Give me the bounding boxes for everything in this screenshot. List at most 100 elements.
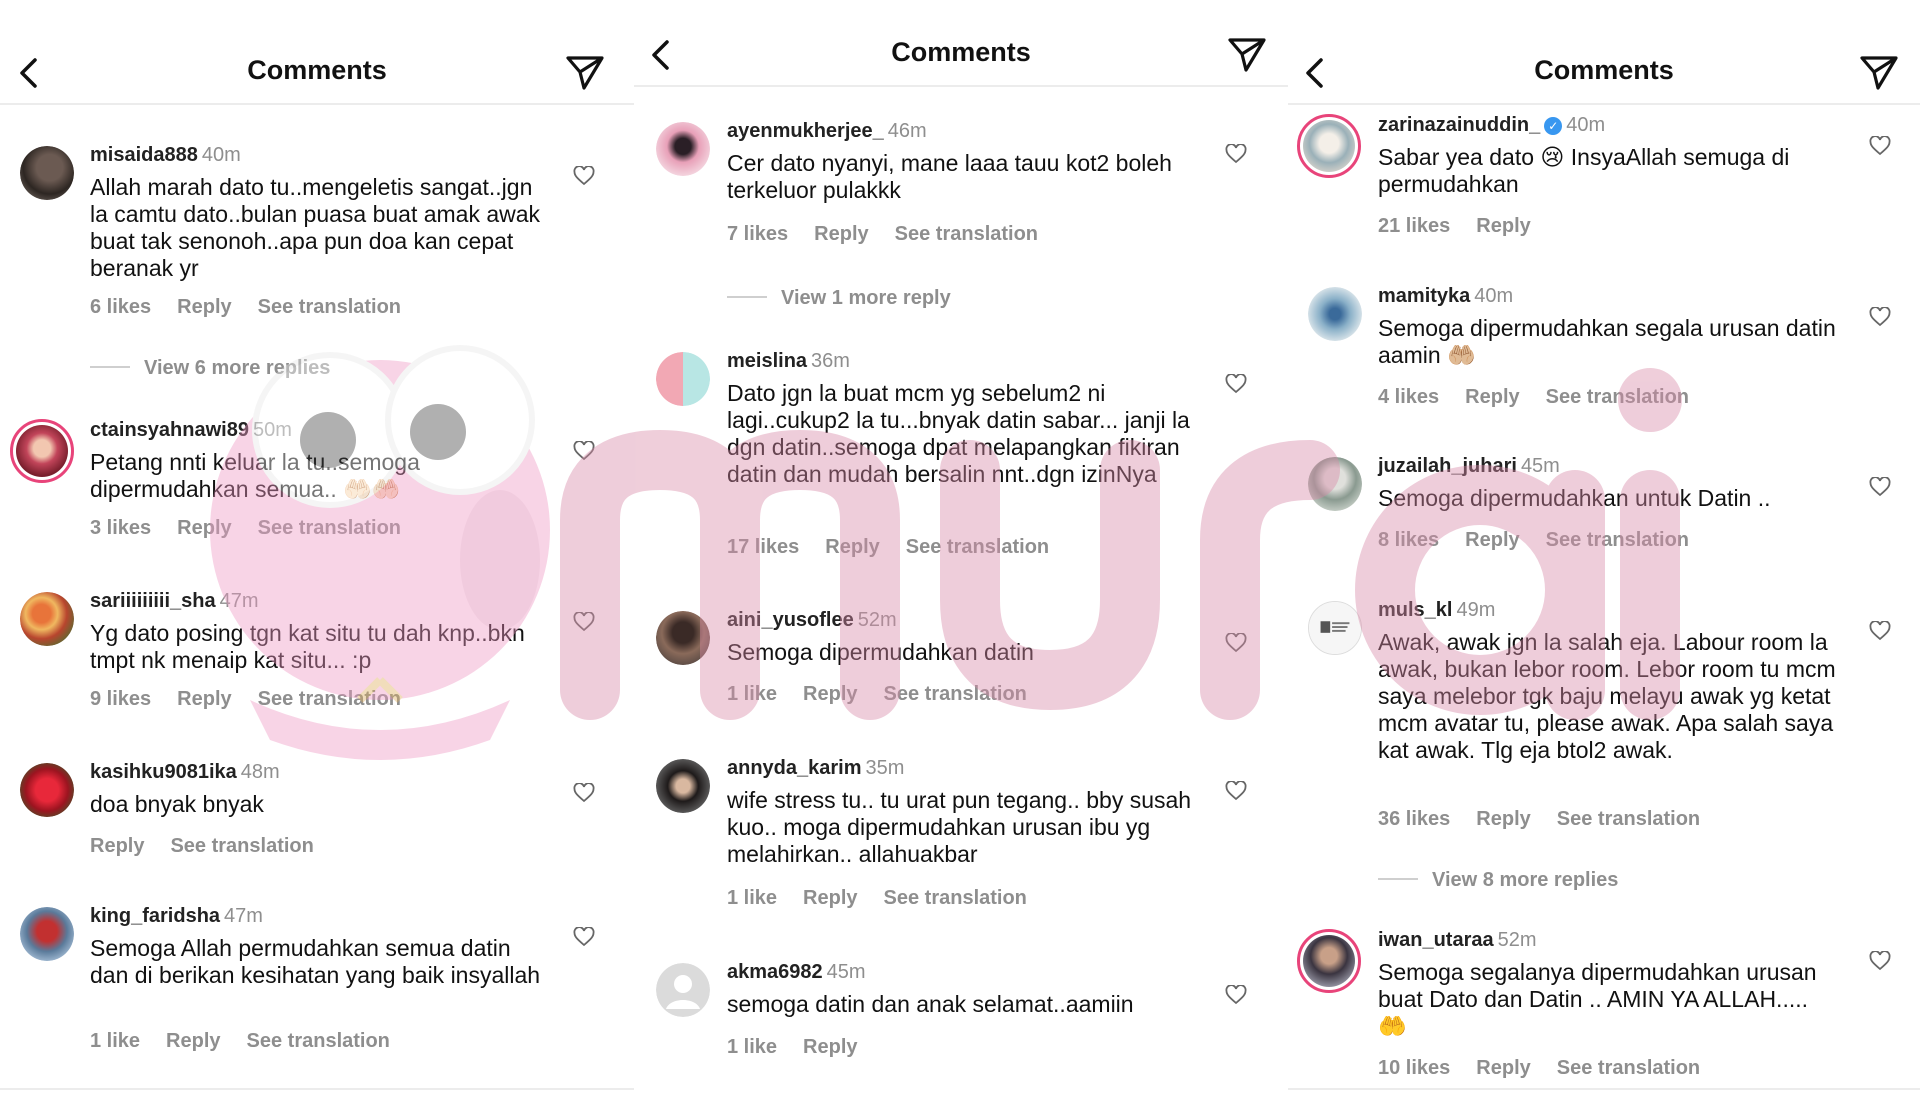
likes-count[interactable]: 7 likes	[727, 223, 788, 245]
heart-outline-icon[interactable]	[573, 783, 595, 803]
avatar[interactable]	[1297, 114, 1361, 178]
comment-username[interactable]: akma6982	[727, 961, 823, 983]
view-more-replies[interactable]: View 6 more replies	[90, 357, 330, 380]
comment-username[interactable]: juzailah_juhari	[1378, 455, 1517, 477]
heart-outline-icon[interactable]	[1869, 951, 1891, 971]
likes-count[interactable]: 9 likes	[90, 688, 151, 710]
avatar[interactable]	[656, 122, 710, 176]
heart-outline-icon[interactable]	[1225, 781, 1247, 801]
comment-username[interactable]: mamityka	[1378, 285, 1470, 307]
reply-button[interactable]: Reply	[803, 1036, 857, 1058]
see-translation-button[interactable]: See translation	[884, 683, 1027, 705]
comment-actions: 36 likes Reply See translation	[1378, 808, 1726, 831]
reply-button[interactable]: Reply	[825, 536, 879, 558]
see-translation-button[interactable]: See translation	[258, 688, 401, 710]
comment-username[interactable]: meislina	[727, 350, 807, 372]
avatar[interactable]	[20, 907, 74, 961]
likes-count[interactable]: 8 likes	[1378, 529, 1439, 551]
avatar[interactable]	[1297, 929, 1361, 993]
paper-plane-icon[interactable]	[1858, 52, 1900, 92]
see-translation-button[interactable]: See translation	[170, 835, 313, 857]
see-translation-button[interactable]: See translation	[258, 296, 401, 318]
avatar[interactable]	[20, 592, 74, 646]
heart-outline-icon[interactable]	[1225, 144, 1247, 164]
reply-button[interactable]: Reply	[177, 296, 231, 318]
avatar[interactable]	[20, 146, 74, 200]
divider	[0, 1088, 634, 1090]
heart-outline-icon[interactable]	[573, 166, 595, 186]
heart-outline-icon[interactable]	[573, 927, 595, 947]
avatar[interactable]	[20, 763, 74, 817]
see-translation-button[interactable]: See translation	[1557, 1057, 1700, 1079]
reply-button[interactable]: Reply	[1476, 808, 1530, 830]
comment-text: doa bnyak bnyak	[90, 791, 264, 817]
likes-count[interactable]: 1 like	[727, 887, 777, 909]
likes-count[interactable]: 17 likes	[727, 536, 799, 558]
reply-button[interactable]: Reply	[1465, 529, 1519, 551]
avatar[interactable]	[10, 419, 74, 483]
comment-username[interactable]: zarinazainuddin_	[1378, 114, 1540, 136]
heart-outline-icon[interactable]	[1869, 307, 1891, 327]
comment-username[interactable]: misaida888	[90, 144, 198, 166]
see-translation-button[interactable]: See translation	[247, 1030, 390, 1052]
comment-text: wife stress tu.. tu urat pun tegang.. bb…	[727, 787, 1192, 867]
see-translation-button[interactable]: See translation	[895, 223, 1038, 245]
heart-outline-icon[interactable]	[1869, 136, 1891, 156]
status-bar	[0, 0, 634, 8]
avatar[interactable]	[656, 963, 710, 1017]
heart-outline-icon[interactable]	[573, 612, 595, 632]
comment-username[interactable]: sariiiiiiiii_sha	[90, 590, 216, 612]
see-translation-button[interactable]: See translation	[906, 536, 1049, 558]
avatar[interactable]	[1308, 287, 1362, 341]
comment-username[interactable]: king_faridsha	[90, 905, 220, 927]
comment-username[interactable]: iwan_utaraa	[1378, 929, 1494, 951]
heart-outline-icon[interactable]	[1225, 985, 1247, 1005]
avatar[interactable]	[656, 352, 710, 406]
paper-plane-icon[interactable]	[1226, 34, 1268, 74]
see-translation-button[interactable]: See translation	[1546, 529, 1689, 551]
comment-username[interactable]: aini_yusoflee	[727, 609, 854, 631]
comment-username[interactable]: annyda_karim	[727, 757, 862, 779]
heart-outline-icon[interactable]	[1225, 374, 1247, 394]
reply-button[interactable]: Reply	[814, 223, 868, 245]
avatar[interactable]	[656, 611, 710, 665]
likes-count[interactable]: 10 likes	[1378, 1057, 1450, 1079]
reply-button[interactable]: Reply	[803, 683, 857, 705]
heart-outline-icon[interactable]	[1869, 621, 1891, 641]
paper-plane-icon[interactable]	[564, 52, 606, 92]
likes-count[interactable]: 3 likes	[90, 517, 151, 539]
likes-count[interactable]: 1 like	[727, 1036, 777, 1058]
comment-username[interactable]: kasihku9081ika	[90, 761, 237, 783]
likes-count[interactable]: 1 like	[90, 1030, 140, 1052]
reply-button[interactable]: Reply	[1465, 386, 1519, 408]
reply-button[interactable]: Reply	[90, 835, 144, 857]
likes-count[interactable]: 1 like	[727, 683, 777, 705]
comment-username[interactable]: ayenmukherjee_	[727, 120, 884, 142]
heart-outline-icon[interactable]	[1225, 633, 1247, 653]
reply-button[interactable]: Reply	[177, 688, 231, 710]
reply-button[interactable]: Reply	[803, 887, 857, 909]
reply-button[interactable]: Reply	[1476, 1057, 1530, 1079]
likes-count[interactable]: 21 likes	[1378, 215, 1450, 237]
avatar[interactable]	[1308, 457, 1362, 511]
heart-outline-icon[interactable]	[573, 441, 595, 461]
comment-username[interactable]: ctainsyahnawi89	[90, 419, 249, 441]
view-more-replies[interactable]: View 8 more replies	[1378, 869, 1618, 892]
avatar[interactable]	[1308, 601, 1362, 655]
reply-button[interactable]: Reply	[166, 1030, 220, 1052]
see-translation-button[interactable]: See translation	[258, 517, 401, 539]
comment-time: 40m	[201, 144, 241, 166]
view-more-replies[interactable]: View 1 more reply	[727, 287, 951, 310]
heart-outline-icon[interactable]	[1869, 477, 1891, 497]
see-translation-button[interactable]: See translation	[1546, 386, 1689, 408]
see-translation-button[interactable]: See translation	[884, 887, 1027, 909]
likes-count[interactable]: 36 likes	[1378, 808, 1450, 830]
see-translation-button[interactable]: See translation	[1557, 808, 1700, 830]
reply-button[interactable]: Reply	[177, 517, 231, 539]
avatar[interactable]	[656, 759, 710, 813]
likes-count[interactable]: 4 likes	[1378, 386, 1439, 408]
comment-username[interactable]: muls_kl	[1378, 599, 1452, 621]
comment-time: 45m	[826, 961, 866, 983]
likes-count[interactable]: 6 likes	[90, 296, 151, 318]
reply-button[interactable]: Reply	[1476, 215, 1530, 237]
